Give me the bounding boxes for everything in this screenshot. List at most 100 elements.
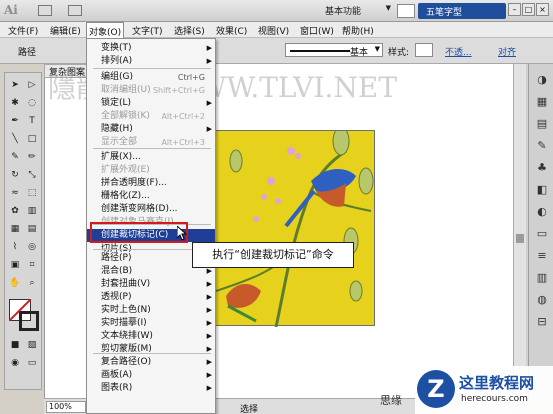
chevron-right-icon: ▶ xyxy=(206,306,212,314)
gradient-panel-icon[interactable]: ▥ xyxy=(534,270,550,286)
gradient-tool-icon[interactable]: ▤ xyxy=(25,223,39,236)
slice-tool-icon[interactable]: ⌗ xyxy=(25,259,39,272)
free-transform-tool-icon[interactable]: ⬚ xyxy=(25,187,39,200)
maximize-icon[interactable]: □ xyxy=(522,3,535,16)
align-panel-icon[interactable]: ⊟ xyxy=(534,314,550,330)
menu-edit[interactable]: 编辑(E) xyxy=(50,24,81,37)
search-input[interactable] xyxy=(397,4,415,18)
menu-help[interactable]: 帮助(H) xyxy=(342,24,374,37)
pencil-tool-icon[interactable]: ✏ xyxy=(25,151,39,164)
object-menu-item[interactable]: 图表(R) ▶ xyxy=(87,382,215,395)
align-link[interactable]: 对齐 xyxy=(498,45,516,58)
color-mode-icon[interactable]: ■ xyxy=(8,339,22,352)
object-menu-item[interactable]: 创建渐变网格(D)... xyxy=(87,203,215,216)
object-menu-item[interactable]: 复合路径(O) ▶ xyxy=(87,356,215,369)
line-tool-icon[interactable]: ╲ xyxy=(8,133,22,146)
status-tool-label[interactable]: 选择 xyxy=(240,402,258,414)
menu-file[interactable]: 文件(F) xyxy=(8,24,38,37)
object-menu-item[interactable]: 透视(P) ▶ xyxy=(87,291,215,304)
gradient-mode-icon[interactable]: ▧ xyxy=(25,339,39,352)
direct-selection-tool-icon[interactable]: ▷ xyxy=(25,79,39,92)
object-menu-item[interactable]: 锁定(L) ▶ xyxy=(87,97,215,110)
live-paint-tool-icon[interactable]: ▣ xyxy=(8,259,22,272)
close-icon[interactable]: × xyxy=(536,3,549,16)
artboard[interactable] xyxy=(215,126,375,328)
swatches-panel-icon[interactable]: ▤ xyxy=(534,116,550,132)
graphic-style-select[interactable] xyxy=(415,43,433,57)
scroll-thumb[interactable] xyxy=(516,234,524,243)
menu-item-label: 封套扭曲(V) xyxy=(101,279,151,289)
appearance-panel-icon[interactable]: ◐ xyxy=(534,204,550,220)
menu-item-label: 排列(A) xyxy=(101,56,133,66)
minimize-icon[interactable]: – xyxy=(508,3,521,16)
eyedropper-tool-icon[interactable]: ⌇ xyxy=(8,241,22,254)
stroke-panel-icon[interactable]: ≡ xyxy=(534,248,550,264)
object-menu-item[interactable]: 取消编组(U) Shift+Ctrl+G xyxy=(87,84,215,97)
object-menu-item[interactable]: 栅格化(Z)... xyxy=(87,190,215,203)
chevron-right-icon: ▶ xyxy=(206,57,212,65)
scale-tool-icon[interactable]: ⤡ xyxy=(25,169,39,182)
symbols-panel-icon[interactable]: ♣ xyxy=(534,160,550,176)
graph-tool-icon[interactable]: ▥ xyxy=(25,205,39,218)
draw-mode-icon[interactable]: ◉ xyxy=(8,357,22,370)
menu-item-shortcut: Shift+Ctrl+G xyxy=(152,86,205,95)
menu-item-shortcut: Ctrl+G xyxy=(177,73,205,82)
menu-select[interactable]: 选择(S) xyxy=(174,24,205,37)
flower-bird-illustration xyxy=(215,126,374,328)
object-menu-item[interactable]: 文本绕排(W) ▶ xyxy=(87,330,215,343)
object-menu-item[interactable]: 剪切蒙版(M) ▶ xyxy=(87,343,215,356)
object-menu-item[interactable]: 排列(A) ▶ xyxy=(87,55,215,68)
transparency-panel-icon[interactable]: ◍ xyxy=(534,292,550,308)
rectangle-tool-icon[interactable]: □ xyxy=(25,133,39,146)
menu-window[interactable]: 窗口(W) xyxy=(300,24,334,37)
menu-effect[interactable]: 效果(C) xyxy=(216,24,247,37)
bridge-icon[interactable] xyxy=(38,5,52,16)
object-menu-item[interactable]: 扩展外观(E) xyxy=(87,164,215,177)
arrange-documents-icon[interactable] xyxy=(68,5,82,16)
rotate-tool-icon[interactable]: ↻ xyxy=(8,169,22,182)
menu-object[interactable]: 对象(O) xyxy=(86,22,125,39)
magic-wand-tool-icon[interactable]: ✱ xyxy=(8,97,22,110)
warp-tool-icon[interactable]: ≈ xyxy=(8,187,22,200)
type-tool-icon[interactable]: T xyxy=(25,115,39,128)
color-guide-icon[interactable]: ▦ xyxy=(534,94,550,110)
object-menu-item[interactable]: 封套扭曲(V) ▶ xyxy=(87,278,215,291)
color-panel-icon[interactable]: ◑ xyxy=(534,72,550,88)
paintbrush-tool-icon[interactable]: ✎ xyxy=(8,151,22,164)
screen-mode-icon[interactable]: ▭ xyxy=(25,357,39,370)
symbol-sprayer-tool-icon[interactable]: ✿ xyxy=(8,205,22,218)
object-menu-item[interactable]: 扩展(X)... xyxy=(87,151,215,164)
object-menu-item[interactable]: 全部解锁(K) Alt+Ctrl+2 xyxy=(87,110,215,123)
menu-type[interactable]: 文字(T) xyxy=(132,24,163,37)
ime-indicator[interactable]: 五笔字型 xyxy=(418,3,506,19)
zoom-select[interactable]: 100% xyxy=(46,401,86,413)
brushes-panel-icon[interactable]: ✎ xyxy=(534,138,550,154)
menu-separator xyxy=(93,353,211,354)
hand-tool-icon[interactable]: ✋ xyxy=(8,277,22,290)
zoom-tool-icon[interactable]: ⌕ xyxy=(25,277,39,290)
selection-type-label: 路径 xyxy=(18,48,37,58)
graphic-styles-icon[interactable]: ◧ xyxy=(534,182,550,198)
mesh-tool-icon[interactable]: ▦ xyxy=(8,223,22,236)
menu-view[interactable]: 视图(V) xyxy=(258,24,289,37)
lasso-tool-icon[interactable]: ◌ xyxy=(25,97,39,110)
chevron-down-icon: ▼ xyxy=(374,45,380,53)
object-menu-item[interactable]: 变换(T) ▶ xyxy=(87,42,215,55)
object-menu-item[interactable]: 画板(A) ▶ xyxy=(87,369,215,382)
object-menu-item[interactable]: 实时上色(N) ▶ xyxy=(87,304,215,317)
menu-item-label: 编组(G) xyxy=(101,72,133,82)
blend-tool-icon[interactable]: ◎ xyxy=(25,241,39,254)
object-menu-item[interactable]: 编组(G) Ctrl+G xyxy=(87,71,215,84)
object-menu-item[interactable]: 拼合透明度(F)... xyxy=(87,177,215,190)
object-menu-item[interactable]: 实时描摹(I) ▶ xyxy=(87,317,215,330)
vertical-scrollbar[interactable] xyxy=(513,64,526,398)
layers-panel-icon[interactable]: ▭ xyxy=(534,226,550,242)
object-menu-item[interactable]: 隐藏(H) ▶ xyxy=(87,123,215,136)
stroke-profile-select[interactable]: 基本 ▼ xyxy=(285,43,383,58)
pen-tool-icon[interactable]: ✒ xyxy=(8,115,22,128)
selection-tool-icon[interactable]: ➤ xyxy=(8,79,22,92)
opacity-link[interactable]: 不透... xyxy=(445,45,472,58)
site-logo-mark: Z xyxy=(417,370,455,408)
workspace-switcher[interactable]: 基本功能 ▼ xyxy=(325,4,391,18)
style-label: 样式: xyxy=(388,48,410,58)
